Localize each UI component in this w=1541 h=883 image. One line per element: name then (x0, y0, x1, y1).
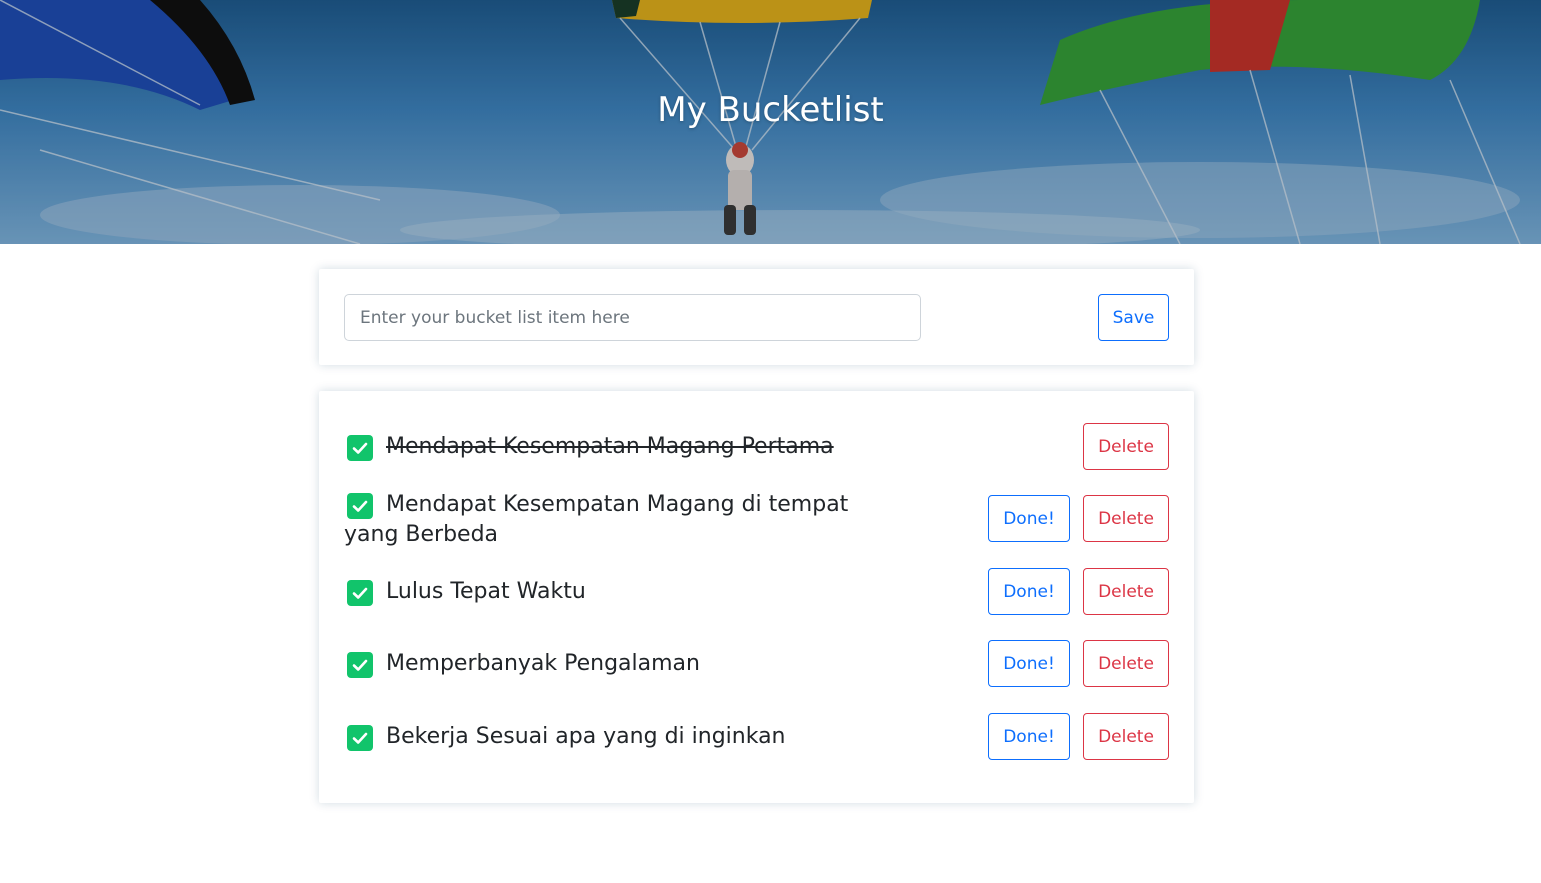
page-title: My Bucketlist (657, 90, 884, 130)
done-button[interactable]: Done! (988, 568, 1070, 615)
list-item-text: Memperbanyak Pengalaman (386, 651, 700, 676)
list-item-text: Lulus Tepat Waktu (386, 579, 586, 604)
list-item: Lulus Tepat Waktu Done! Delete (344, 568, 1169, 615)
add-item-card: Save (319, 269, 1194, 365)
list-item: Bekerja Sesuai apa yang di inginkan Done… (344, 713, 1169, 760)
delete-button[interactable]: Delete (1083, 568, 1169, 615)
list-item-text: Mendapat Kesempatan Magang Pertama (386, 434, 834, 459)
done-button[interactable]: Done! (988, 495, 1070, 542)
bucket-list-card: Mendapat Kesempatan Magang Pertama Delet… (319, 391, 1194, 803)
list-item-text: Mendapat Kesempatan Magang di tempat yan… (344, 492, 849, 547)
list-item: Mendapat Kesempatan Magang di tempat yan… (344, 492, 1169, 547)
done-button[interactable]: Done! (988, 713, 1070, 760)
delete-button[interactable]: Delete (1083, 423, 1169, 470)
delete-button[interactable]: Delete (1083, 713, 1169, 760)
bucket-item-input[interactable] (344, 294, 921, 341)
list-item-text: Bekerja Sesuai apa yang di inginkan (386, 724, 786, 749)
done-button[interactable]: Done! (988, 640, 1070, 687)
delete-button[interactable]: Delete (1083, 495, 1169, 542)
delete-button[interactable]: Delete (1083, 640, 1169, 687)
list-item: Mendapat Kesempatan Magang Pertama Delet… (344, 423, 1169, 470)
save-button[interactable]: Save (1098, 294, 1169, 341)
hero-banner: My Bucketlist (0, 0, 1541, 244)
list-item: Memperbanyak Pengalaman Done! Delete (344, 640, 1169, 687)
